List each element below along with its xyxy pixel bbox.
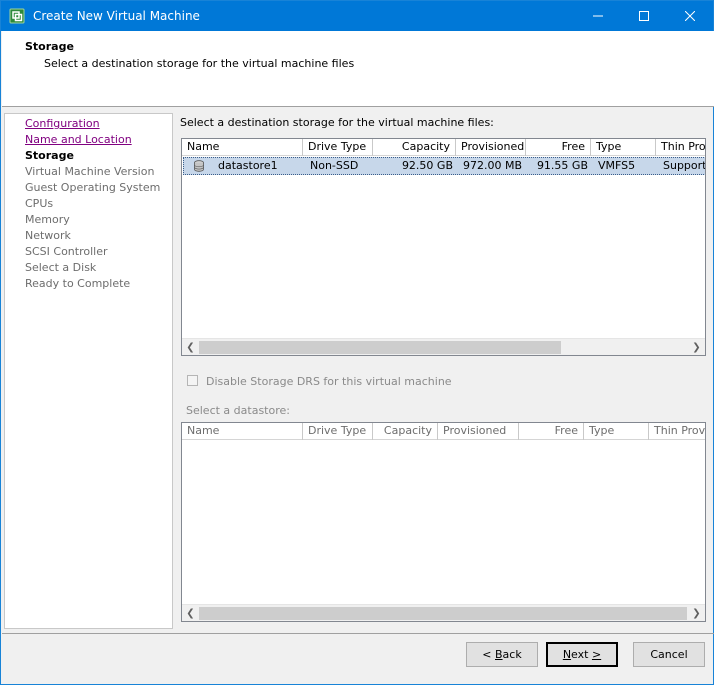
- step-virtual-machine-version: Virtual Machine Version: [25, 165, 155, 178]
- datastore-table[interactable]: Name Drive Type Capacity Provisioned Fre…: [181, 138, 706, 356]
- scroll-right-icon[interactable]: ❯: [688, 605, 705, 621]
- cell-thin-provisioning: Supporte: [663, 159, 705, 172]
- step-ready-to-complete: Ready to Complete: [25, 277, 131, 290]
- page-subtitle: Select a destination storage for the vir…: [44, 57, 355, 70]
- scroll-right-icon[interactable]: ❯: [688, 339, 705, 355]
- column-header-capacity: Capacity: [373, 423, 438, 440]
- column-header-drive-type: Drive Type: [303, 423, 373, 440]
- step-guest-operating-system: Guest Operating System: [25, 181, 161, 194]
- step-storage: Storage: [25, 149, 74, 162]
- step-network: Network: [25, 229, 71, 242]
- next-mnemonic: N: [562, 648, 572, 661]
- scroll-left-icon[interactable]: ❮: [182, 339, 199, 355]
- horizontal-scrollbar[interactable]: ❮ ❯: [182, 604, 705, 621]
- cancel-button[interactable]: Cancel: [633, 642, 705, 667]
- minimize-button[interactable]: [575, 1, 621, 31]
- table-header: Name Drive Type Capacity Provisioned Fre…: [182, 139, 705, 156]
- column-header-thin-provisioning[interactable]: Thin Prov: [656, 139, 705, 156]
- table-row[interactable]: datastore1 Non-SSD 92.50 GB 972.00 MB 91…: [183, 157, 705, 175]
- datastore-cluster-table: Name Drive Type Capacity Provisioned Fre…: [181, 422, 706, 622]
- column-header-type[interactable]: Type: [591, 139, 656, 156]
- scroll-left-icon[interactable]: ❮: [182, 605, 199, 621]
- disable-storage-drs-label: Disable Storage DRS for this virtual mac…: [206, 375, 452, 388]
- column-header-provisioned[interactable]: Provisioned: [456, 139, 526, 156]
- cell-name: datastore1: [218, 159, 278, 172]
- column-header-type: Type: [584, 423, 649, 440]
- step-scsi-controller: SCSI Controller: [25, 245, 108, 258]
- minimize-icon: [593, 15, 603, 17]
- step-configuration[interactable]: Configuration: [25, 117, 100, 130]
- select-datastore-label: Select a datastore:: [186, 404, 290, 417]
- datastore-prompt: Select a destination storage for the vir…: [180, 116, 494, 129]
- scrollbar-thumb[interactable]: [199, 607, 687, 620]
- step-select-a-disk: Select a Disk: [25, 261, 97, 274]
- table-header: Name Drive Type Capacity Provisioned Fre…: [182, 423, 705, 440]
- disable-storage-drs-checkbox: [187, 375, 198, 386]
- column-header-thin-provisioning: Thin Provi: [649, 423, 705, 440]
- scrollbar-thumb[interactable]: [199, 341, 561, 354]
- column-header-drive-type[interactable]: Drive Type: [303, 139, 373, 156]
- back-button[interactable]: < Back: [466, 642, 538, 667]
- cell-capacity: 92.50 GB: [401, 159, 453, 172]
- wizard-steps-nav: Configuration Name and Location Storage …: [4, 113, 173, 629]
- horizontal-scrollbar[interactable]: ❮ ❯: [182, 338, 705, 355]
- column-header-capacity[interactable]: Capacity: [373, 139, 456, 156]
- cell-free: 91.55 GB: [536, 159, 588, 172]
- column-header-provisioned: Provisioned: [438, 423, 519, 440]
- step-cpus: CPUs: [25, 197, 54, 210]
- window-title: Create New Virtual Machine: [33, 9, 200, 23]
- cell-type: VMFS5: [598, 159, 636, 172]
- footer-divider: [2, 633, 714, 634]
- title-bar[interactable]: Create New Virtual Machine: [1, 1, 713, 31]
- column-header-free[interactable]: Free: [526, 139, 591, 156]
- vsphere-icon: [9, 8, 25, 24]
- maximize-icon: [639, 11, 649, 21]
- column-header-name: Name: [182, 423, 303, 440]
- back-label-rest: ack: [502, 648, 522, 661]
- next-label-rest: ext >: [571, 648, 602, 661]
- cell-drive-type: Non-SSD: [310, 159, 359, 172]
- step-name-and-location[interactable]: Name and Location: [25, 133, 132, 146]
- create-vm-dialog: Create New Virtual Machine Storage Selec…: [0, 0, 714, 685]
- maximize-button[interactable]: [621, 1, 667, 31]
- column-header-free: Free: [519, 423, 584, 440]
- database-icon: [194, 160, 204, 172]
- cell-provisioned: 972.00 MB: [463, 159, 523, 172]
- page-title: Storage: [25, 40, 74, 53]
- step-memory: Memory: [25, 213, 70, 226]
- column-header-name[interactable]: Name: [182, 139, 303, 156]
- wizard-header: Storage Select a destination storage for…: [2, 31, 714, 107]
- close-button[interactable]: [667, 1, 713, 31]
- close-icon: [685, 11, 695, 21]
- next-button[interactable]: Next >: [546, 642, 618, 667]
- back-mnemonic: < B: [482, 648, 503, 661]
